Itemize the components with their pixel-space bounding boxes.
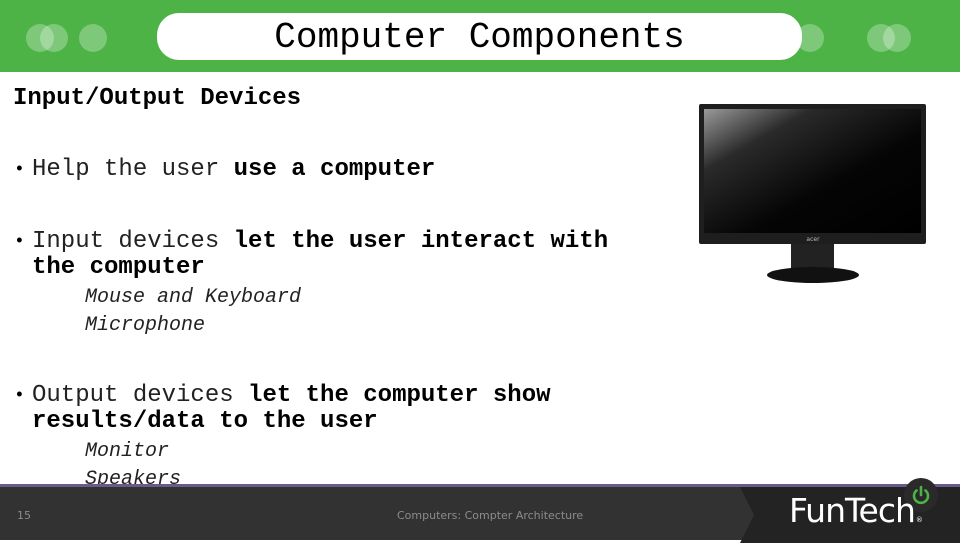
bullet-text-light: Output devices bbox=[32, 382, 249, 409]
bullet-item: • Help the user use a computer bbox=[14, 157, 435, 183]
logo-text: FunTech bbox=[789, 491, 916, 530]
bullet-text-bold: let the user interact with bbox=[233, 228, 609, 255]
footer-course-text: Computers: Compter Architecture bbox=[397, 509, 584, 522]
sub-item: Microphone bbox=[85, 314, 206, 337]
header-band: Computer Components bbox=[0, 0, 960, 72]
logo-registered-mark: ® bbox=[915, 516, 923, 524]
sub-item: Mouse and Keyboard bbox=[85, 286, 302, 309]
bullet-text-bold: let the computer show bbox=[248, 382, 551, 409]
page-number: 15 bbox=[17, 509, 31, 522]
bullet-item: • Input devices let the user interact wi… bbox=[14, 229, 608, 281]
bullet-text-light: Input devices bbox=[32, 228, 234, 255]
bullet-dot: • bbox=[14, 232, 25, 252]
decorative-circle bbox=[79, 24, 107, 52]
monitor-image: acer bbox=[698, 103, 928, 285]
monitor-brand: acer bbox=[806, 236, 820, 243]
decorative-circle bbox=[883, 24, 911, 52]
bullet-text-light: Help the user bbox=[32, 156, 234, 183]
decorative-circle bbox=[40, 24, 68, 52]
bullet-dot: • bbox=[14, 160, 25, 180]
bullet-dot: • bbox=[14, 386, 25, 406]
sub-item: Monitor bbox=[85, 440, 170, 463]
monitor-screen bbox=[704, 109, 921, 233]
monitor-base bbox=[767, 267, 859, 283]
section-heading: Input/Output Devices bbox=[13, 85, 302, 112]
bullet-text-bold: use a computer bbox=[233, 156, 436, 183]
slide-title: Computer Components bbox=[274, 16, 685, 58]
bullet-text-bold-line2: results/data to the user bbox=[32, 408, 378, 435]
title-pill: Computer Components bbox=[157, 13, 802, 60]
bullet-text-bold-line2: the computer bbox=[32, 254, 205, 281]
bullet-item: • Output devices let the computer show re… bbox=[14, 383, 551, 435]
funtech-logo: FunTech® bbox=[789, 491, 923, 530]
